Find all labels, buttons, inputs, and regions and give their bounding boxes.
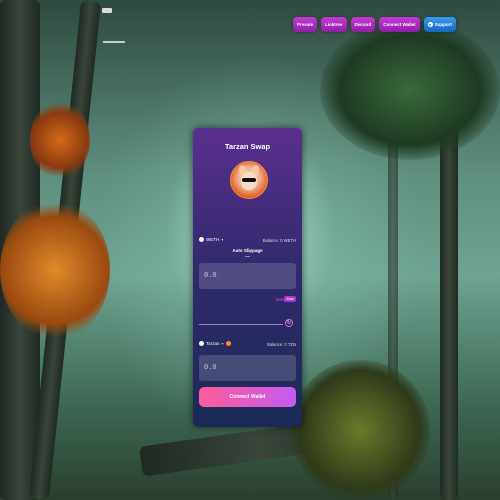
connect-wallet-nav-label: Connect Wallet <box>383 22 416 27</box>
support-button[interactable]: ● Support <box>423 17 456 32</box>
discord-label: Discord <box>354 22 372 27</box>
corner-divider <box>103 41 125 43</box>
swap-card: Tarzan Swap WETH ▾ Balance: 0 WETH Auto … <box>193 128 302 427</box>
autumn-foliage <box>0 200 110 340</box>
fern-foliage <box>320 20 500 160</box>
support-label: Support <box>434 22 452 27</box>
linktree-label: Linktree <box>325 22 343 27</box>
coin-icon <box>199 341 204 346</box>
top-nav: Presale Linktree Discord Connect Wallet … <box>293 17 456 32</box>
connect-wallet-nav-button[interactable]: Connect Wallet <box>379 17 420 32</box>
presale-button[interactable]: Presale <box>293 17 318 32</box>
linktree-button[interactable]: Linktree <box>321 17 347 32</box>
amount-slider[interactable] <box>199 324 283 325</box>
max-button[interactable]: Max <box>284 296 296 302</box>
swap-arrows-icon[interactable]: ↻ <box>285 319 293 327</box>
percent-label: 50% <box>275 297 284 302</box>
coin-icon <box>199 237 204 242</box>
discord-button[interactable]: Discord <box>350 17 376 32</box>
swap-title: Tarzan Swap <box>224 142 271 151</box>
tarzan-logo <box>230 161 268 199</box>
from-token-selector[interactable]: WETH ▾ <box>199 237 223 242</box>
connect-wallet-button[interactable]: Connect Wallet <box>199 387 296 407</box>
chevron-down-icon: ▾ <box>221 341 224 346</box>
auto-slippage-button[interactable]: Auto Slippage <box>193 248 302 253</box>
tarzan-coin-icon <box>225 341 231 346</box>
chevron-down-icon: ▾ <box>221 237 224 242</box>
to-balance: Balance: 0 TZN <box>266 342 296 347</box>
from-balance: Balance: 0 WETH <box>262 238 296 243</box>
slippage-divider <box>245 256 250 257</box>
to-amount-input[interactable]: 0.0 <box>199 355 296 381</box>
fern-bottom <box>290 360 430 500</box>
from-token-label: WETH <box>206 237 220 242</box>
autumn-foliage-2 <box>30 100 90 180</box>
to-token-label: Tarzan <box>206 341 220 346</box>
corner-logo <box>102 8 112 13</box>
presale-label: Presale <box>297 22 314 27</box>
from-amount-input[interactable]: 0.0 <box>199 263 296 289</box>
discord-icon: ● <box>427 22 433 27</box>
to-token-selector[interactable]: Tarzan ▾ <box>199 341 231 346</box>
